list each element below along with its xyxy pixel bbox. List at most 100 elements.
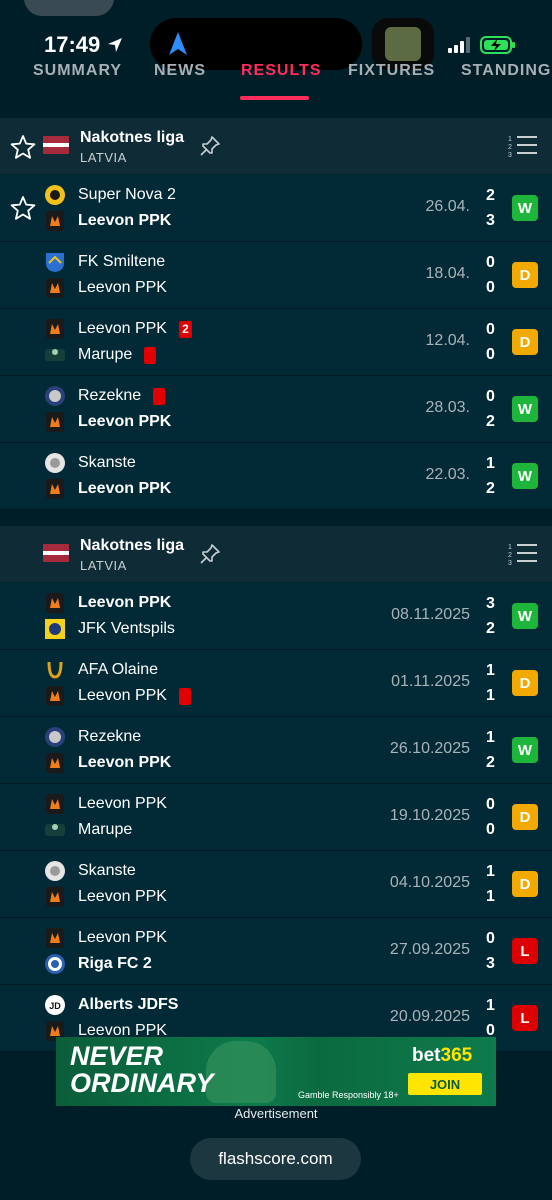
home-team: Skanste	[78, 862, 136, 880]
away-score: 0	[486, 346, 495, 363]
home-score: 3	[486, 595, 495, 612]
result-badge: W	[512, 195, 538, 221]
away-score: 0	[486, 821, 495, 838]
result-badge: D	[512, 262, 538, 288]
result-badge: L	[512, 1005, 538, 1031]
ad-image	[206, 1041, 276, 1103]
match-row[interactable]: Skanste Leevon PPK 04.10.2025 1 1 D	[0, 851, 552, 918]
away-team-name: Marupe	[78, 346, 133, 363]
away-team: Marupe	[78, 346, 157, 364]
match-row[interactable]: Leevon PPK Marupe 19.10.2025 0 0 D	[0, 784, 552, 851]
status-clock: 17:49	[44, 32, 124, 58]
svg-text:1: 1	[508, 136, 512, 143]
home-score: 0	[486, 321, 495, 338]
home-score: 1	[486, 662, 495, 679]
leevon-ppk-crest-icon	[46, 593, 64, 613]
ad-caption: Advertisement	[234, 1106, 318, 1121]
skanste-crest-icon	[45, 453, 65, 473]
tab-standings[interactable]: STANDINGS	[461, 62, 552, 80]
result-badge: D	[512, 871, 538, 897]
league-header[interactable]: Nakotnes liga LATVIA 1 2 3	[0, 118, 552, 175]
match-row[interactable]: Skanste Leevon PPK 22.03. 1 2 W	[0, 443, 552, 510]
latvia-flag-icon	[43, 544, 69, 562]
rezekne-crest-icon	[45, 727, 65, 747]
away-team: Riga FC 2	[78, 955, 152, 973]
group-spacer	[0, 510, 552, 526]
home-score: 0	[486, 930, 495, 947]
away-team: Marupe	[78, 821, 132, 839]
match-row[interactable]: Super Nova 2 Leevon PPK 26.04. 2 3 W	[0, 175, 552, 242]
match-date: 22.03.	[425, 466, 470, 483]
match-row[interactable]: Leevon PPK JFK Ventspils 08.11.2025 3 2 W	[0, 583, 552, 650]
home-score: 1	[486, 455, 495, 472]
home-team: Rezekne	[78, 728, 141, 746]
away-score: 3	[486, 212, 495, 229]
standings-icon[interactable]: 123	[508, 133, 538, 159]
tab-news[interactable]: NEWS	[154, 62, 206, 80]
away-team-name: JFK Ventspils	[78, 620, 175, 637]
standings-icon[interactable]: 123	[508, 541, 538, 567]
leevon-ppk-crest-icon	[46, 479, 64, 499]
away-score: 2	[486, 480, 495, 497]
match-date: 28.03.	[425, 399, 470, 416]
home-score: 0	[486, 796, 495, 813]
navigation-arrow-icon	[169, 32, 187, 55]
results-list: Nakotnes liga LATVIA 1 2 3 Super Nova 2 Leevon…	[0, 102, 552, 1052]
tab-results[interactable]: RESULTS	[241, 62, 321, 80]
away-team-name: Leevon PPK	[78, 754, 172, 771]
home-score: 2	[486, 187, 495, 204]
match-row[interactable]: Leevon PPK 2 Marupe 12.04. 0 0 D	[0, 309, 552, 376]
svg-text:3: 3	[508, 152, 512, 159]
leevon-ppk-crest-icon	[46, 412, 64, 432]
svg-text:1: 1	[508, 544, 512, 551]
league-favorite-star-icon[interactable]	[10, 134, 36, 160]
home-score: 1	[486, 997, 495, 1014]
home-team: Leevon PPK	[78, 594, 171, 612]
window-pill	[24, 0, 114, 16]
leevon-ppk-crest-icon	[46, 928, 64, 948]
home-team-name: Alberts JDFS	[78, 996, 179, 1013]
home-team-name: Leevon PPK	[78, 929, 167, 946]
leevon-ppk-crest-icon	[46, 887, 64, 907]
ad-join-button[interactable]: JOIN	[408, 1073, 482, 1095]
pin-icon[interactable]	[198, 542, 222, 566]
pin-icon[interactable]	[198, 134, 222, 158]
battery-charging-icon	[480, 36, 515, 54]
result-badge: W	[512, 396, 538, 422]
match-date: 27.09.2025	[389, 941, 470, 958]
match-row[interactable]: FK Smiltene Leevon PPK 18.04. 0 0 D	[0, 242, 552, 309]
match-row[interactable]: AFA Olaine Leevon PPK 01.11.2025 1 1 D	[0, 650, 552, 717]
tab-summary[interactable]: SUMMARY	[33, 62, 122, 80]
home-score: 1	[486, 729, 495, 746]
home-score: 0	[486, 388, 495, 405]
status-time: 17:49	[44, 32, 101, 57]
result-badge: W	[512, 463, 538, 489]
home-team-name: Rezekne	[78, 728, 142, 745]
match-date: 26.04.	[425, 198, 470, 215]
match-row[interactable]: Rezekne Leevon PPK 26.10.2025 1 2 W	[0, 717, 552, 784]
riga-fc-2-crest-icon	[45, 954, 65, 974]
marupe-crest-icon	[45, 824, 65, 836]
url-bar[interactable]: flashscore.com	[190, 1138, 361, 1180]
home-team: Skanste	[78, 454, 136, 472]
away-team: Leevon PPK	[78, 279, 167, 297]
match-date: 04.10.2025	[389, 874, 470, 891]
away-team: Leevon PPK	[78, 687, 191, 705]
home-team: AFA Olaine	[78, 661, 158, 679]
alberts-jdfs-crest-icon: JD	[45, 995, 65, 1015]
match-row[interactable]: Rezekne Leevon PPK 28.03. 0 2 W	[0, 376, 552, 443]
home-team: Leevon PPK 2	[78, 320, 192, 338]
advertisement-banner[interactable]: NEVER ORDINARY bet365 JOIN Gamble Respon…	[56, 1037, 496, 1106]
away-score: 2	[486, 754, 495, 771]
home-team-name: Skanste	[78, 454, 136, 471]
league-header[interactable]: Nakotnes liga LATVIA 1 2 3	[0, 526, 552, 583]
jfk-ventspils-crest-icon	[45, 619, 65, 639]
fk-smiltene-crest-icon	[46, 253, 64, 272]
match-row[interactable]: Leevon PPK Riga FC 2 27.09.2025 0 3 L	[0, 918, 552, 985]
leevon-ppk-crest-icon	[46, 686, 64, 706]
tab-fixtures[interactable]: FIXTURES	[348, 62, 435, 80]
match-favorite-star-icon[interactable]	[10, 195, 36, 221]
away-team-name: Leevon PPK	[78, 480, 172, 497]
away-team-name: Riga FC 2	[78, 955, 152, 972]
result-badge: D	[512, 329, 538, 355]
